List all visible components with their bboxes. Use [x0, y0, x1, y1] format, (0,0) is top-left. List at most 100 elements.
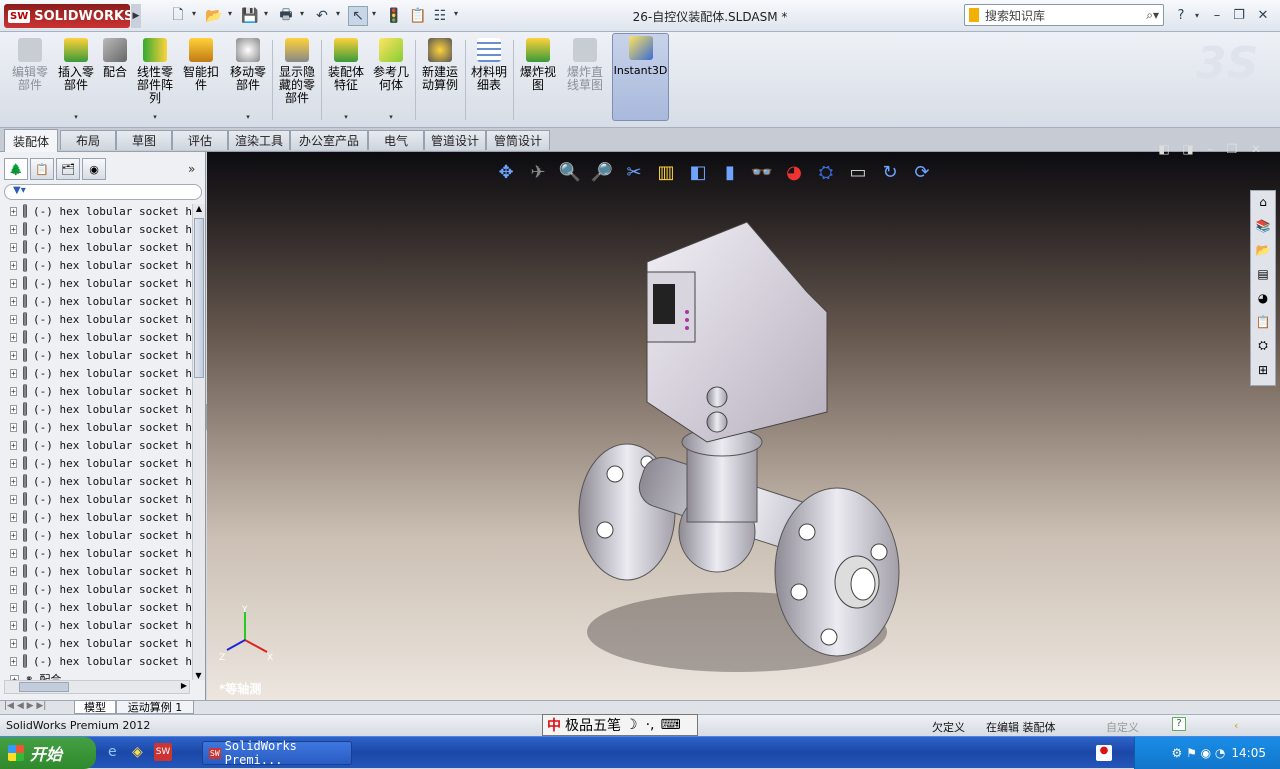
solidworks-forum-icon[interactable]: ⛭: [1251, 335, 1275, 356]
smart-fastener-button[interactable]: 智能扣件: [180, 36, 222, 124]
tree-filter-input[interactable]: ▼▾: [4, 184, 202, 200]
expand-plus-icon[interactable]: +: [10, 476, 17, 486]
help-dropdown-icon[interactable]: ▾: [1188, 6, 1206, 24]
tree-row[interactable]: + (-) hex lobular socket h: [0, 256, 192, 274]
tree-row[interactable]: + (-) hex lobular socket h: [0, 472, 192, 490]
tab-layout[interactable]: 布局: [60, 130, 116, 150]
zoom-to-area-icon[interactable]: 🔎: [589, 160, 615, 184]
expand-plus-icon[interactable]: +: [10, 458, 17, 468]
expand-plus-icon[interactable]: +: [10, 314, 17, 324]
tree-row[interactable]: + (-) hex lobular socket h: [0, 418, 192, 436]
tab-sketch[interactable]: 草图: [116, 130, 172, 150]
tab-tubing[interactable]: 管筒设计: [486, 130, 550, 150]
tree-row[interactable]: + (-) hex lobular socket h: [0, 310, 192, 328]
apply-scene-icon[interactable]: ⛭: [813, 160, 839, 184]
tray-icons[interactable]: ⚙ ⚑ ◉ ◔: [1172, 746, 1226, 760]
edit-appearance-icon[interactable]: ◕: [781, 160, 807, 184]
previous-view-icon[interactable]: ✈: [525, 160, 551, 184]
tab-assembly[interactable]: 装配体: [4, 129, 58, 152]
pattern-dropdown-icon[interactable]: ▾: [153, 111, 157, 124]
open-folder-icon[interactable]: 📂: [204, 6, 224, 26]
select-dropdown-icon[interactable]: ▾: [372, 9, 376, 18]
expand-plus-icon[interactable]: +: [10, 656, 17, 666]
help-status-icon[interactable]: ?: [1172, 717, 1186, 731]
expand-plus-icon[interactable]: +: [10, 278, 17, 288]
expand-plus-icon[interactable]: +: [10, 350, 17, 360]
expand-plus-icon[interactable]: +: [10, 368, 17, 378]
view-palette-icon[interactable]: ▤: [1251, 263, 1275, 284]
print-icon[interactable]: 🖶: [276, 6, 296, 26]
expand-plus-icon[interactable]: +: [10, 548, 17, 558]
expand-plus-icon[interactable]: +: [10, 602, 17, 612]
expand-plus-icon[interactable]: +: [10, 440, 17, 450]
expand-plus-icon[interactable]: +: [10, 332, 17, 342]
restore-icon[interactable]: ❐: [1230, 6, 1248, 24]
configuration-manager-tab-icon[interactable]: 🗂: [56, 158, 80, 180]
section-view-icon[interactable]: ✂: [621, 160, 647, 184]
tree-row[interactable]: + (-) hex lobular socket h: [0, 508, 192, 526]
refresh-view-icon[interactable]: ⟳: [909, 160, 935, 184]
viewport-next-icon[interactable]: ◨: [1179, 140, 1197, 158]
tree-row[interactable]: + (-) hex lobular socket h: [0, 544, 192, 562]
graphics-area[interactable]: ✥ ✈ 🔍 🔎 ✂ ▥ ◧ ▮ 👓 ◕ ⛭ ▭ ↻ ⟳ ◧ ◨ – ❐ ✕ Y …: [207, 142, 1280, 700]
scroll-down-icon[interactable]: ▼: [193, 671, 204, 680]
menu-expand-icon[interactable]: ▶: [131, 4, 141, 28]
tree-row[interactable]: + (-) hex lobular socket h: [0, 346, 192, 364]
expand-plus-icon[interactable]: +: [10, 260, 17, 270]
appearance-tab-icon[interactable]: ◉: [82, 158, 106, 180]
ime-punct-icon[interactable]: ·,: [646, 717, 655, 733]
tree-row[interactable]: + (-) hex lobular socket h: [0, 616, 192, 634]
feature-tree-tab-icon[interactable]: 🌲: [4, 158, 28, 180]
tab-model[interactable]: 模型: [74, 700, 116, 714]
solidworks-menu-button[interactable]: SW SOLIDWORKS: [4, 4, 133, 28]
status-arrow-icon[interactable]: ‹: [1234, 719, 1238, 732]
tree-row[interactable]: + (-) hex lobular socket h: [0, 490, 192, 508]
undo-icon[interactable]: ↶: [312, 6, 332, 26]
scroll-right-icon[interactable]: ▶: [181, 681, 187, 690]
close-icon[interactable]: ✕: [1254, 6, 1272, 24]
expand-plus-icon[interactable]: +: [10, 242, 17, 252]
mate-button[interactable]: 配合: [99, 36, 131, 124]
ime-toolbar[interactable]: 中极品五笔 ☽ ·, ⌨: [542, 714, 698, 736]
expand-plus-icon[interactable]: +: [10, 620, 17, 630]
feature-dropdown-icon[interactable]: ▾: [344, 111, 348, 124]
rotate-view-icon[interactable]: ↻: [877, 160, 903, 184]
minimize-icon[interactable]: –: [1208, 6, 1226, 24]
viewport-minimize-icon[interactable]: –: [1201, 140, 1219, 158]
edit-component-button[interactable]: 编辑零部件: [8, 36, 52, 124]
home-icon[interactable]: ⌂: [1251, 191, 1275, 212]
show-hidden-button[interactable]: 显示隐藏的零部件: [276, 36, 318, 124]
solidworks-quicklaunch-icon[interactable]: SW: [154, 743, 172, 761]
view-settings-icon[interactable]: ▭: [845, 160, 871, 184]
search-knowledge-input[interactable]: 搜索知识库 ⌕▾: [964, 4, 1164, 26]
tree-row[interactable]: + (-) hex lobular socket h: [0, 580, 192, 598]
linear-pattern-button[interactable]: 线性零部件阵列 ▾: [134, 36, 176, 124]
custom-properties-icon[interactable]: 📋: [1251, 311, 1275, 332]
quick-launch-icon[interactable]: ◈: [132, 744, 143, 760]
tab-render-tools[interactable]: 渲染工具: [228, 130, 290, 150]
undo-dropdown-icon[interactable]: ▾: [336, 9, 340, 18]
tree-row[interactable]: + (-) hex lobular socket h: [0, 364, 192, 382]
tree-row[interactable]: + (-) hex lobular socket h: [0, 598, 192, 616]
insert-dropdown-icon[interactable]: ▾: [74, 111, 78, 124]
assembly-feature-button[interactable]: 装配体特征 ▾: [324, 36, 368, 124]
move-dropdown-icon[interactable]: ▾: [246, 111, 250, 124]
bom-button[interactable]: 材料明细表: [468, 36, 510, 124]
scroll-thumb[interactable]: [194, 218, 204, 378]
ime-moon-icon[interactable]: ☽: [625, 717, 638, 733]
routing-library-icon[interactable]: ⊞: [1251, 359, 1275, 380]
expand-plus-icon[interactable]: +: [10, 494, 17, 504]
tree-row[interactable]: + (-) hex lobular socket h: [0, 436, 192, 454]
tree-row[interactable]: + (-) hex lobular socket h: [0, 634, 192, 652]
instant3d-button[interactable]: Instant3D: [612, 33, 669, 121]
move-component-button[interactable]: 移动零部件 ▾: [226, 36, 270, 124]
viewport-close-icon[interactable]: ✕: [1247, 140, 1265, 158]
tree-vertical-scrollbar[interactable]: ▲ ▼: [192, 204, 205, 680]
start-button[interactable]: 开始: [0, 737, 96, 769]
tree-row[interactable]: + (-) hex lobular socket h: [0, 526, 192, 544]
taskbar-solidworks-button[interactable]: SW SolidWorks Premi...: [202, 739, 352, 767]
print-dropdown-icon[interactable]: ▾: [300, 9, 304, 18]
scroll-thumb[interactable]: [19, 682, 69, 692]
tree-row[interactable]: + (-) hex lobular socket h: [0, 292, 192, 310]
explode-line-button[interactable]: 爆炸直线草图: [562, 36, 608, 124]
